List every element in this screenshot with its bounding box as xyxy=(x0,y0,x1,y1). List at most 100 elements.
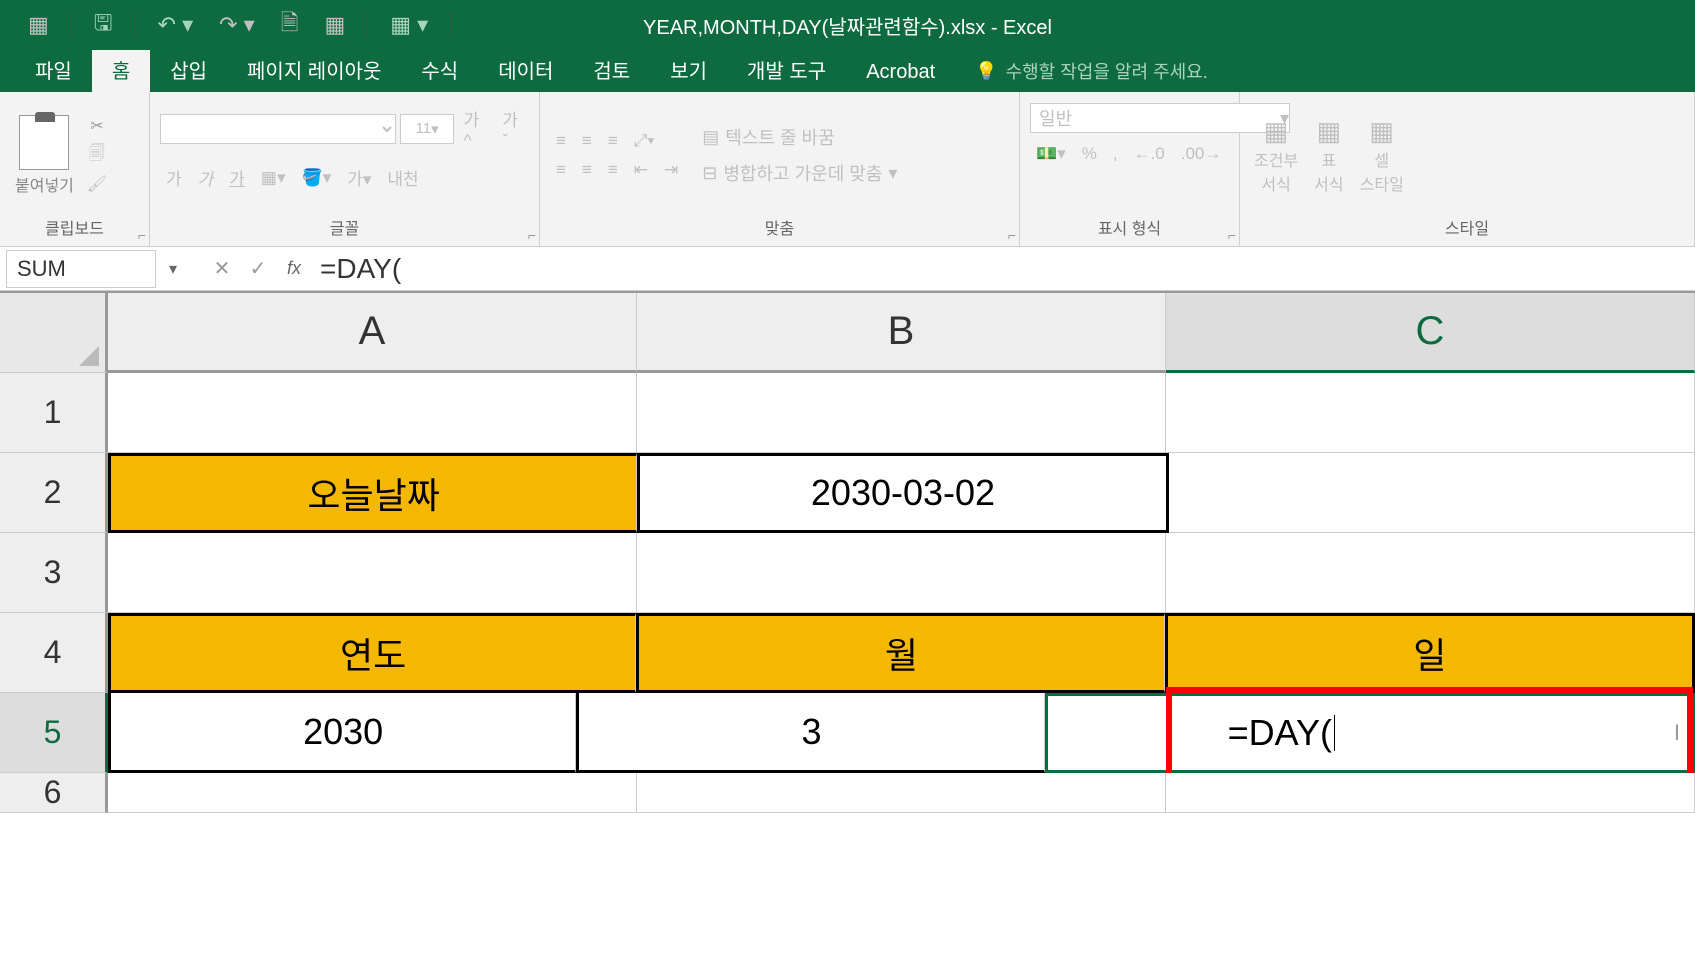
save-icon[interactable]: 🖫 xyxy=(86,2,121,48)
tab-formulas[interactable]: 수식 xyxy=(401,47,478,92)
align-top-icon[interactable]: ≡ xyxy=(550,128,572,154)
formula-input[interactable]: =DAY( xyxy=(312,253,1695,285)
cell-C5[interactable]: =DAY( I DAY(serial_number) xyxy=(1045,693,1695,773)
currency-icon[interactable]: 💵▾ xyxy=(1030,141,1072,167)
cell-style-icon: ▦ xyxy=(1369,116,1394,147)
cell-B2[interactable]: 2030-03-02 xyxy=(637,453,1168,533)
cell-A2[interactable]: 오늘날짜 xyxy=(108,453,637,533)
row-header-2[interactable]: 2 xyxy=(0,453,108,533)
cell-B3[interactable] xyxy=(637,533,1166,613)
align-bottom-icon[interactable]: ≡ xyxy=(602,128,624,154)
font-color-button[interactable]: 가▾ xyxy=(341,162,377,193)
decrease-indent-icon[interactable]: ⇤ xyxy=(628,157,654,183)
merge-icon: ⊟ xyxy=(702,163,717,184)
tab-insert[interactable]: 삽입 xyxy=(150,47,227,92)
alignment-launcher[interactable]: ⌐ xyxy=(1008,227,1016,243)
font-size-select[interactable]: 11 ▾ xyxy=(400,114,453,144)
cell-B5[interactable]: 3 xyxy=(576,693,1044,773)
insert-function-button[interactable]: fx xyxy=(276,258,312,279)
bold-button[interactable]: 가 xyxy=(160,162,188,193)
phonetic-button[interactable]: 내천 xyxy=(381,162,424,193)
tab-data[interactable]: 데이터 xyxy=(478,47,573,92)
clipboard-launcher[interactable]: ⌐ xyxy=(138,227,146,243)
group-number: 일반 ▾ 💵▾ % , ←.0 .00→ 표시 형식 ⌐ xyxy=(1020,92,1240,246)
merge-center-button[interactable]: ⊟ 병합하고 가운데 맞춤 ▾ xyxy=(702,160,897,186)
conditional-format-button[interactable]: ▦ 조건부 서식 xyxy=(1250,114,1302,197)
align-middle-icon[interactable]: ≡ xyxy=(576,128,598,154)
form-icon[interactable]: ▦ ▾ xyxy=(382,8,436,42)
cell-styles-button[interactable]: ▦ 셀 스타일 xyxy=(1356,114,1408,197)
grow-font-icon[interactable]: 가^ xyxy=(458,103,493,154)
cell-C5-value: =DAY( xyxy=(1228,712,1332,754)
align-right-icon[interactable]: ≡ xyxy=(602,157,624,183)
col-header-A[interactable]: A xyxy=(108,293,637,373)
row-header-1[interactable]: 1 xyxy=(0,373,108,453)
cell-C1[interactable] xyxy=(1166,373,1695,453)
cell-A1[interactable] xyxy=(108,373,637,453)
cell-B6[interactable] xyxy=(637,773,1166,813)
tell-me-text: 수행할 작업을 알려 주세요. xyxy=(1006,58,1208,84)
italic-button[interactable]: 가 xyxy=(192,162,220,193)
row-header-4[interactable]: 4 xyxy=(0,613,108,693)
paste-button[interactable]: 붙여넣기 xyxy=(10,110,79,201)
undo-icon[interactable]: ↶ ▾ xyxy=(150,8,202,42)
cell-A6[interactable] xyxy=(108,773,637,813)
align-left-icon[interactable]: ≡ xyxy=(550,157,572,183)
align-center-icon[interactable]: ≡ xyxy=(576,157,598,183)
font-name-select[interactable] xyxy=(160,114,396,144)
name-box[interactable]: SUM xyxy=(6,250,156,288)
cell-C3[interactable] xyxy=(1166,533,1695,613)
increase-indent-icon[interactable]: ⇥ xyxy=(658,157,684,183)
cell-C6[interactable] xyxy=(1166,773,1695,813)
cell-B4[interactable]: 월 xyxy=(636,613,1164,693)
paste-label: 붙여넣기 xyxy=(15,172,74,196)
number-launcher[interactable]: ⌐ xyxy=(1228,227,1236,243)
cond-format-icon: ▦ xyxy=(1264,116,1289,147)
cell-C2[interactable] xyxy=(1169,453,1695,533)
tell-me[interactable]: 💡 수행할 작업을 알려 주세요. xyxy=(955,50,1228,92)
cell-B1[interactable] xyxy=(637,373,1166,453)
cut-icon[interactable]: ✂ xyxy=(83,113,111,139)
sort-icon[interactable]: ▦ xyxy=(316,8,353,42)
row-header-3[interactable]: 3 xyxy=(0,533,108,613)
decrease-decimal-icon[interactable]: .00→ xyxy=(1175,141,1228,167)
row-header-6[interactable]: 6 xyxy=(0,773,108,813)
select-all-cell[interactable] xyxy=(0,293,108,373)
col-header-B[interactable]: B xyxy=(637,293,1166,373)
tab-acrobat[interactable]: Acrobat xyxy=(846,53,955,92)
cell-C4[interactable]: 일 xyxy=(1165,613,1695,693)
tab-layout[interactable]: 페이지 레이아웃 xyxy=(227,47,401,92)
cell-A3[interactable] xyxy=(108,533,637,613)
underline-button[interactable]: 가 xyxy=(223,162,251,193)
tab-review[interactable]: 검토 xyxy=(573,47,650,92)
name-box-dropdown[interactable]: ▾ xyxy=(162,259,184,279)
tab-home[interactable]: 홈 xyxy=(92,47,150,92)
tab-file[interactable]: 파일 xyxy=(15,47,92,92)
border-button[interactable]: ▦▾ xyxy=(255,165,292,191)
tab-developer[interactable]: 개발 도구 xyxy=(727,47,846,92)
cell-A4[interactable]: 연도 xyxy=(108,613,636,693)
redo-icon[interactable]: ↷ ▾ xyxy=(211,8,263,42)
cell-A5[interactable]: 2030 xyxy=(108,693,576,773)
col-header-C[interactable]: C xyxy=(1166,293,1695,373)
ribbon-tabs: 파일 홈 삽입 페이지 레이아웃 수식 데이터 검토 보기 개발 도구 Acro… xyxy=(0,50,1695,92)
enter-formula-button[interactable]: ✓ xyxy=(240,256,276,281)
group-styles: ▦ 조건부 서식 ▦ 표 서식 ▦ 셀 스타일 스타일 xyxy=(1240,92,1695,246)
fill-color-button[interactable]: 🪣▾ xyxy=(296,165,338,191)
format-painter-icon[interactable]: 🖌 xyxy=(83,171,111,197)
increase-decimal-icon[interactable]: ←.0 xyxy=(1128,141,1171,167)
copy-icon[interactable]: 🗐 xyxy=(83,142,111,168)
cancel-formula-button[interactable]: ✕ xyxy=(204,256,240,281)
format-table-button[interactable]: ▦ 표 서식 xyxy=(1310,114,1347,197)
font-launcher[interactable]: ⌐ xyxy=(528,227,536,243)
orientation-icon[interactable]: ⤢▾ xyxy=(628,128,661,154)
comma-icon[interactable]: , xyxy=(1107,141,1124,167)
percent-icon[interactable]: % xyxy=(1076,141,1103,167)
grid-area: A B C 오늘날짜 2030-03-02 연도 월 일 xyxy=(108,293,1695,851)
tab-view[interactable]: 보기 xyxy=(650,47,727,92)
excel-icon: ▦ xyxy=(20,8,57,42)
print-preview-icon[interactable]: 🗎 xyxy=(273,2,307,48)
shrink-font-icon[interactable]: 가ˇ xyxy=(496,103,529,154)
row-header-5[interactable]: 5 xyxy=(0,693,108,773)
wrap-text-button[interactable]: ▤ 텍스트 줄 바꿈 xyxy=(702,124,897,150)
